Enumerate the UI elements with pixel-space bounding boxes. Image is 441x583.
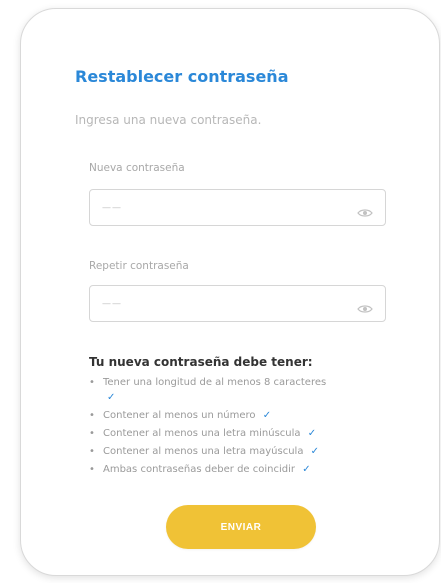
- page-title: Restablecer contraseña: [75, 67, 289, 86]
- checkmark-icon: ✓: [262, 410, 272, 421]
- bullet: •: [89, 428, 95, 439]
- requirement-text: Contener al menos una letra mayúscula: [103, 446, 304, 457]
- bullet: •: [89, 464, 95, 475]
- requirements-title: Tu nueva contraseña debe tener:: [89, 355, 313, 369]
- checkmark-icon: ✓: [302, 464, 311, 475]
- page-subtitle: Ingresa una nueva contraseña.: [75, 113, 262, 127]
- repeat-password-label: Repetir contraseña: [89, 260, 189, 272]
- eye-icon[interactable]: [357, 299, 373, 313]
- repeat-password-value: ——: [102, 298, 122, 309]
- new-password-value: ——: [102, 202, 122, 213]
- checkmark-icon: ✓: [310, 446, 320, 457]
- requirement-item: • Contener al menos una letra mayúscula …: [89, 444, 389, 459]
- eye-icon[interactable]: [357, 203, 373, 217]
- requirement-text: Ambas contraseñas deber de coincidir: [103, 464, 295, 475]
- requirements-list: • Tener una longitud de al menos 8 carac…: [89, 375, 389, 480]
- requirement-item: • Contener al menos una letra minúscula …: [89, 426, 389, 441]
- bullet: •: [89, 410, 95, 421]
- new-password-field[interactable]: ——: [89, 189, 386, 226]
- requirement-text: Contener al menos un número: [103, 410, 256, 421]
- requirement-text: Tener una longitud de al menos 8 caracte…: [103, 377, 327, 388]
- requirement-text: Contener al menos una letra minúscula: [103, 428, 301, 439]
- requirement-item: • Ambas contraseñas deber de coincidir ✓: [89, 462, 389, 477]
- new-password-label: Nueva contraseña: [89, 162, 185, 174]
- requirement-item: • Contener al menos un número ✓: [89, 408, 389, 423]
- bullet: •: [89, 377, 95, 388]
- repeat-password-field[interactable]: ——: [89, 285, 386, 322]
- bullet: •: [89, 446, 95, 457]
- checkmark-icon: ✓: [107, 392, 116, 403]
- reset-password-card: Restablecer contraseña Ingresa una nueva…: [20, 8, 440, 576]
- checkmark-icon: ✓: [307, 428, 317, 439]
- requirement-item: • Tener una longitud de al menos 8 carac…: [89, 375, 389, 405]
- submit-button[interactable]: ENVIAR: [166, 505, 316, 549]
